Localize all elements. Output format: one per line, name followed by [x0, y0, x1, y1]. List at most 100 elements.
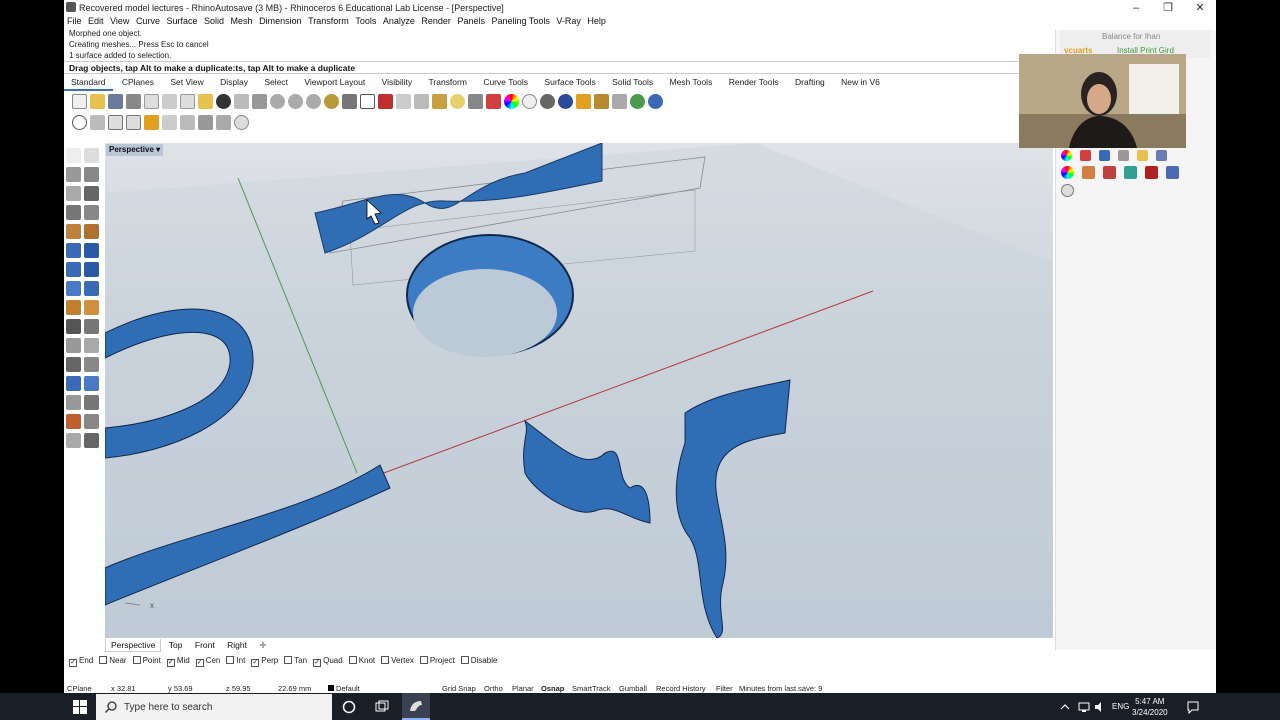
vray-cylinder-icon[interactable] [1166, 166, 1179, 179]
grasshopper-icon[interactable] [612, 93, 627, 109]
checkbox[interactable]: ✓ [251, 659, 260, 667]
copy-icon[interactable] [180, 93, 195, 109]
mirror-tool-icon[interactable] [84, 338, 99, 353]
menu-solid[interactable]: Solid [204, 16, 224, 26]
sphere-tool-icon[interactable] [84, 262, 99, 277]
surface-tool-icon[interactable] [66, 243, 81, 258]
menu-panels[interactable]: Panels [457, 16, 485, 26]
osnap-mid[interactable]: ✓ Mid [166, 656, 190, 667]
mesh-tool-icon[interactable] [84, 300, 99, 315]
circle-tool-icon[interactable] [66, 205, 81, 220]
settings-gear-icon[interactable] [594, 93, 609, 109]
taskbar-clock[interactable]: 5:47 AM 3/24/2020 [1132, 696, 1168, 718]
materials-icon[interactable] [1099, 150, 1110, 161]
cylinder-tool-icon[interactable] [66, 281, 81, 296]
cut-icon[interactable] [162, 93, 177, 109]
tab-drafting[interactable]: Drafting [788, 75, 832, 89]
osnap-cen[interactable]: ✓ Cen [195, 656, 220, 667]
save-icon[interactable] [108, 93, 123, 109]
notification-icon[interactable] [1186, 700, 1200, 714]
menu-curve[interactable]: Curve [136, 16, 160, 26]
osnap-disable[interactable]: Disable [460, 656, 497, 665]
tab-solid-tools[interactable]: Solid Tools [605, 75, 660, 89]
menu-file[interactable]: File [67, 16, 82, 26]
chevron-up-icon[interactable] [1060, 700, 1070, 714]
vray-geometry-icon[interactable] [1124, 166, 1137, 179]
array-tool-icon[interactable] [66, 357, 81, 372]
checkbox[interactable] [132, 656, 141, 664]
osnap-perp[interactable]: ✓ Perp [251, 656, 278, 667]
select-tool-icon[interactable] [66, 148, 81, 163]
checkbox[interactable]: ✓ [69, 659, 77, 667]
rendered-sphere-icon[interactable] [540, 93, 555, 109]
select-all-icon[interactable] [432, 93, 447, 109]
tab-new-in-v6[interactable]: New in V6 [834, 75, 887, 89]
tab-render-tools[interactable]: Render Tools [722, 75, 786, 89]
filter-toggle[interactable]: Filter [716, 684, 733, 693]
chevron-down-icon[interactable]: ▾ [156, 145, 160, 154]
layers-icon[interactable] [1080, 150, 1091, 161]
menu-mesh[interactable]: Mesh [231, 16, 253, 26]
scene-canvas[interactable]: x [105, 143, 1053, 638]
ellipse-tool-icon[interactable] [66, 224, 81, 239]
group-tool-icon[interactable] [84, 433, 99, 448]
command-prompt[interactable]: Drag objects, tap Alt to make a duplicat… [64, 61, 1024, 74]
taskbar-search-box[interactable]: Type here to search [96, 694, 332, 720]
vray-color-icon[interactable] [1061, 166, 1074, 179]
folder-icon[interactable] [1137, 150, 1148, 161]
cortana-icon[interactable] [342, 700, 356, 714]
print-icon[interactable] [126, 93, 141, 109]
grid-snap-toggle[interactable]: Grid Snap [442, 684, 476, 693]
network-icon[interactable] [1077, 700, 1091, 714]
polyline-tool-icon[interactable] [66, 167, 81, 182]
windows-start-icon[interactable] [73, 700, 87, 714]
move-view-icon[interactable] [252, 93, 267, 109]
box-tool-icon[interactable] [66, 262, 81, 277]
hatch-tool-icon[interactable] [84, 376, 99, 391]
add-viewport-icon[interactable]: ✚ [254, 639, 271, 652]
tab-top[interactable]: Top [164, 639, 188, 651]
menu-render[interactable]: Render [421, 16, 451, 26]
move-tool-icon[interactable] [66, 319, 81, 334]
task-view-icon[interactable] [375, 700, 389, 714]
tab-select[interactable]: Select [257, 75, 295, 89]
checkbox[interactable]: ✓ [195, 659, 204, 667]
osnap-vertex[interactable]: Vertex [381, 656, 414, 665]
tab-right[interactable]: Right [222, 639, 252, 651]
language-indicator[interactable]: ENG [1112, 702, 1129, 711]
menu-analyze[interactable]: Analyze [383, 16, 415, 26]
osnap-near[interactable]: Near [99, 656, 127, 665]
open-folder-icon[interactable] [90, 93, 105, 109]
minimize-icon[interactable]: – [1120, 0, 1152, 16]
tab-display[interactable]: Display [213, 75, 255, 89]
vray-book-icon[interactable] [1145, 166, 1158, 179]
globe-icon[interactable] [630, 93, 645, 109]
undo-icon[interactable] [216, 93, 231, 109]
shaded-sphere-icon[interactable] [522, 93, 537, 109]
zoom-selected-icon[interactable] [324, 93, 339, 109]
boolean-tool-icon[interactable] [84, 281, 99, 296]
help-icon[interactable] [648, 93, 663, 109]
menu-surface[interactable]: Surface [166, 16, 197, 26]
paint-icon[interactable] [576, 93, 591, 109]
point-tool-icon[interactable] [84, 148, 99, 163]
fillet-tool-icon[interactable] [66, 300, 81, 315]
tab-perspective[interactable]: Perspective [105, 639, 162, 652]
osnap-point[interactable]: Point [132, 656, 161, 665]
curve-tool-icon[interactable] [84, 167, 99, 182]
restore-icon[interactable]: ❐ [1152, 0, 1184, 16]
block-tool-icon[interactable] [66, 395, 81, 410]
rhino-taskbar-button[interactable] [402, 693, 430, 720]
light-bulb-icon[interactable] [450, 93, 465, 109]
checkbox[interactable] [419, 656, 428, 664]
panel-icon[interactable] [126, 114, 141, 130]
teapot-icon[interactable] [90, 114, 105, 130]
menu-view[interactable]: View [110, 16, 129, 26]
polygon-tool-icon[interactable] [84, 224, 99, 239]
tab-curve-tools[interactable]: Curve Tools [476, 75, 535, 89]
vray-light-icon[interactable] [1082, 166, 1095, 179]
viewport-grid-icon[interactable] [360, 93, 375, 109]
menu-edit[interactable]: Edit [88, 16, 104, 26]
osnap-end[interactable]: ✓ End [69, 656, 93, 667]
car-icon[interactable] [378, 93, 393, 109]
